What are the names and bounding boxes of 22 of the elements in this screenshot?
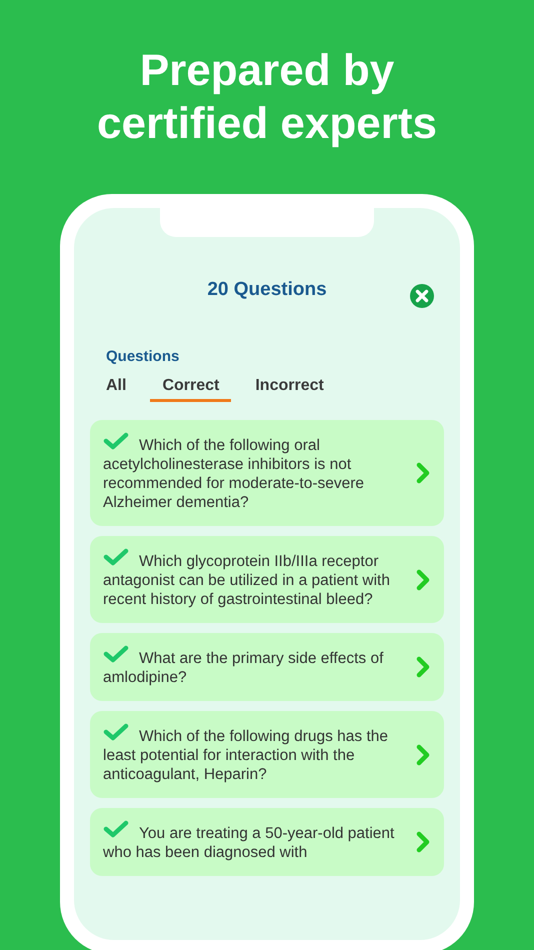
filter-tab[interactable]: All (94, 375, 138, 402)
question-text: Which of the following oral acetylcholinesterase inhibitors is not recommended for moderate-to-severe Alzheimer dementia? (103, 436, 366, 512)
screen-title: 20 Questions (207, 279, 327, 301)
question-card[interactable]: Which of the following oral acetylcholinesterase inhibitors is not recommended for moderate-to-severe Alzheimer dementia? (90, 420, 444, 526)
chevron-right-icon (416, 744, 430, 766)
question-card[interactable]: Which glycoprotein IIb/IIIa receptor antagonist can be utilized in a patient with recent history of gastrointestinal bleed? (90, 536, 444, 623)
question-text: Which of the following drugs has the least potential for interaction with the anticoagulant, Heparin? (103, 727, 389, 784)
filter-tab[interactable]: Correct (150, 375, 232, 402)
question-text: You are treating a 50-year-old patient who has been diagnosed with (103, 824, 396, 862)
headline: Prepared by certified experts (96, 45, 438, 150)
chevron-right-icon (416, 831, 430, 853)
question-card[interactable]: What are the primary side effects of amlodipine? (90, 633, 444, 701)
chevron-right-icon (416, 656, 430, 678)
question-card[interactable]: You are treating a 50-year-old patient who has been diagnosed with (90, 808, 444, 876)
question-text: Which glycoprotein IIb/IIIa receptor antagonist can be utilized in a patient with recent history of gastrointestinal bleed? (103, 552, 391, 609)
section-label: Questions (106, 348, 180, 365)
chevron-right-icon (416, 462, 430, 484)
filter-tab[interactable]: Incorrect (243, 375, 336, 402)
close-icon[interactable] (410, 284, 434, 308)
chevron-right-icon (416, 568, 430, 590)
question-card[interactable]: Which of the following drugs has the least potential for interaction with the anticoagulant, Heparin? (90, 711, 444, 798)
question-text: What are the primary side effects of amlodipine? (103, 649, 384, 687)
